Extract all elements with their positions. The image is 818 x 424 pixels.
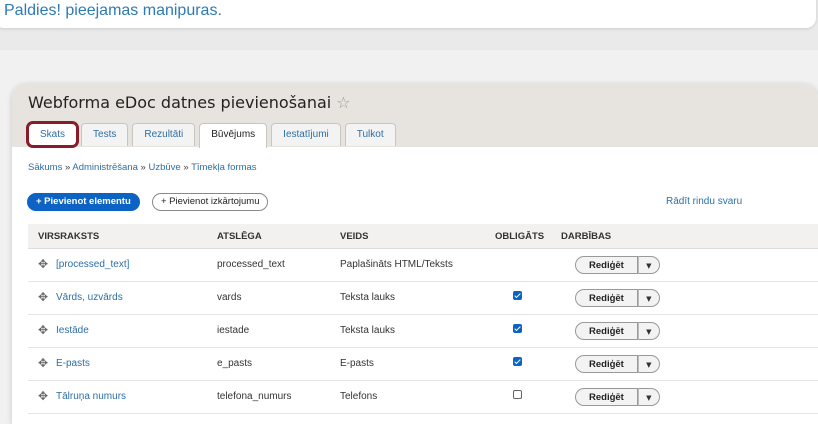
edit-button[interactable]: Rediģēt	[575, 322, 638, 340]
show-row-weights-link[interactable]: Rādīt rindu svaru	[666, 196, 742, 207]
element-key: processed_text	[217, 259, 285, 270]
tab-build[interactable]: Būvējums	[199, 123, 268, 148]
top-banner: Paldies! pieejamas manipuras.	[0, 0, 818, 50]
element-title-link[interactable]: Iestāde	[56, 325, 89, 336]
page-title-text: Webforma eDoc datnes pievienošanai	[28, 93, 332, 112]
required-checkbox[interactable]	[513, 324, 522, 333]
status-message-text: Paldies! pieejamas manipuras.	[4, 2, 222, 19]
column-header-title: VIRSRAKSTS	[38, 231, 100, 242]
column-header-key: ATSLĒGA	[217, 231, 262, 242]
element-key: iestade	[217, 325, 250, 336]
edit-operations: Rediģēt ▼	[575, 322, 660, 340]
element-type: Telefons	[340, 391, 378, 402]
edit-operations: Rediģēt ▼	[575, 256, 660, 274]
add-layout-button[interactable]: + Pievienot izkārtojumu	[152, 193, 269, 211]
breadcrumb-webforms[interactable]: Tīmekļa formas	[191, 162, 256, 173]
drag-handle-icon[interactable]: ✥	[38, 291, 48, 303]
edit-button[interactable]: Rediģēt	[575, 256, 638, 274]
required-checkbox[interactable]	[513, 390, 522, 399]
required-checkbox[interactable]	[513, 291, 522, 300]
elements-table: VIRSRAKSTS ATSLĒGA VEIDS OBLIGĀTS DARBĪB…	[28, 224, 818, 414]
chevron-down-icon[interactable]: ▼	[637, 289, 660, 307]
element-type: Teksta lauks	[340, 292, 396, 303]
edit-button[interactable]: Rediģēt	[575, 289, 638, 307]
edit-operations: Rediģēt ▼	[575, 355, 660, 373]
column-header-required: OBLIGĀTS	[495, 231, 545, 242]
element-key: vards	[217, 292, 242, 303]
element-type: Teksta lauks	[340, 325, 396, 336]
breadcrumb-structure[interactable]: Uzbūve	[148, 162, 180, 173]
breadcrumb-separator: »	[140, 162, 146, 173]
drag-handle-icon[interactable]: ✥	[38, 258, 48, 270]
required-checkbox[interactable]	[513, 357, 522, 366]
chevron-down-icon[interactable]: ▼	[637, 256, 660, 274]
status-message: Paldies! pieejamas manipuras.	[0, 0, 816, 28]
table-row: ✥ Tālruņa numurs telefona_numurs Telefon…	[28, 381, 818, 414]
tab-results[interactable]: Rezultāti	[132, 123, 196, 146]
element-key: telefona_numurs	[217, 391, 292, 402]
breadcrumb-home[interactable]: Sākums	[28, 162, 62, 173]
table-row: ✥ Iestāde iestade Teksta lauks Rediģēt ▼	[28, 315, 818, 348]
primary-tabs: Skats Tests Rezultāti Būvējums Iestatīju…	[25, 121, 400, 148]
page-title: Webforma eDoc datnes pievienošanai ☆	[28, 93, 351, 112]
element-title-link[interactable]: Tālruņa numurs	[56, 391, 126, 402]
drag-handle-icon[interactable]: ✥	[38, 390, 48, 402]
webform-panel: Webforma eDoc datnes pievienošanai ☆ Skat…	[12, 84, 818, 424]
chevron-down-icon[interactable]: ▼	[637, 388, 660, 406]
breadcrumb-admin[interactable]: Administrēšana	[72, 162, 137, 173]
tab-translate[interactable]: Tulkot	[344, 123, 396, 146]
element-type: E-pasts	[340, 358, 374, 369]
edit-operations: Rediģēt ▼	[575, 388, 660, 406]
chevron-down-icon[interactable]: ▼	[637, 355, 660, 373]
table-row: ✥ E-pasts e_pasts E-pasts Rediģēt ▼	[28, 348, 818, 381]
add-element-button[interactable]: + Pievienot elementu	[27, 193, 140, 211]
tab-test[interactable]: Tests	[81, 123, 129, 146]
star-icon[interactable]: ☆	[336, 93, 350, 112]
breadcrumb-separator: »	[183, 162, 189, 173]
table-row: ✥ Vārds, uzvārds vards Teksta lauks Redi…	[28, 282, 818, 315]
element-title-link[interactable]: E-pasts	[56, 358, 90, 369]
tab-view[interactable]: Skats	[25, 121, 80, 148]
column-header-type: VEIDS	[340, 231, 369, 242]
column-header-operations: DARBĪBAS	[561, 231, 612, 242]
breadcrumb-separator: »	[64, 162, 71, 173]
drag-handle-icon[interactable]: ✥	[38, 357, 48, 369]
element-title-link[interactable]: [processed_text]	[56, 259, 129, 270]
tab-settings[interactable]: Iestatījumi	[271, 123, 341, 146]
edit-operations: Rediģēt ▼	[575, 289, 660, 307]
breadcrumb: Sākums » Administrēšana » Uzbūve » Tīmek…	[28, 162, 257, 173]
edit-button[interactable]: Rediģēt	[575, 355, 638, 373]
element-type: Paplašināts HTML/Teksts	[340, 259, 453, 270]
page-header: Webforma eDoc datnes pievienošanai ☆ Skat…	[12, 84, 818, 148]
element-key: e_pasts	[217, 358, 253, 369]
drag-handle-icon[interactable]: ✥	[38, 324, 48, 336]
edit-button[interactable]: Rediģēt	[575, 388, 638, 406]
table-row: ✥ [processed_text] processed_text Paplaš…	[28, 249, 818, 282]
table-header: VIRSRAKSTS ATSLĒGA VEIDS OBLIGĀTS DARBĪB…	[28, 224, 818, 249]
chevron-down-icon[interactable]: ▼	[637, 322, 660, 340]
element-title-link[interactable]: Vārds, uzvārds	[56, 292, 123, 303]
